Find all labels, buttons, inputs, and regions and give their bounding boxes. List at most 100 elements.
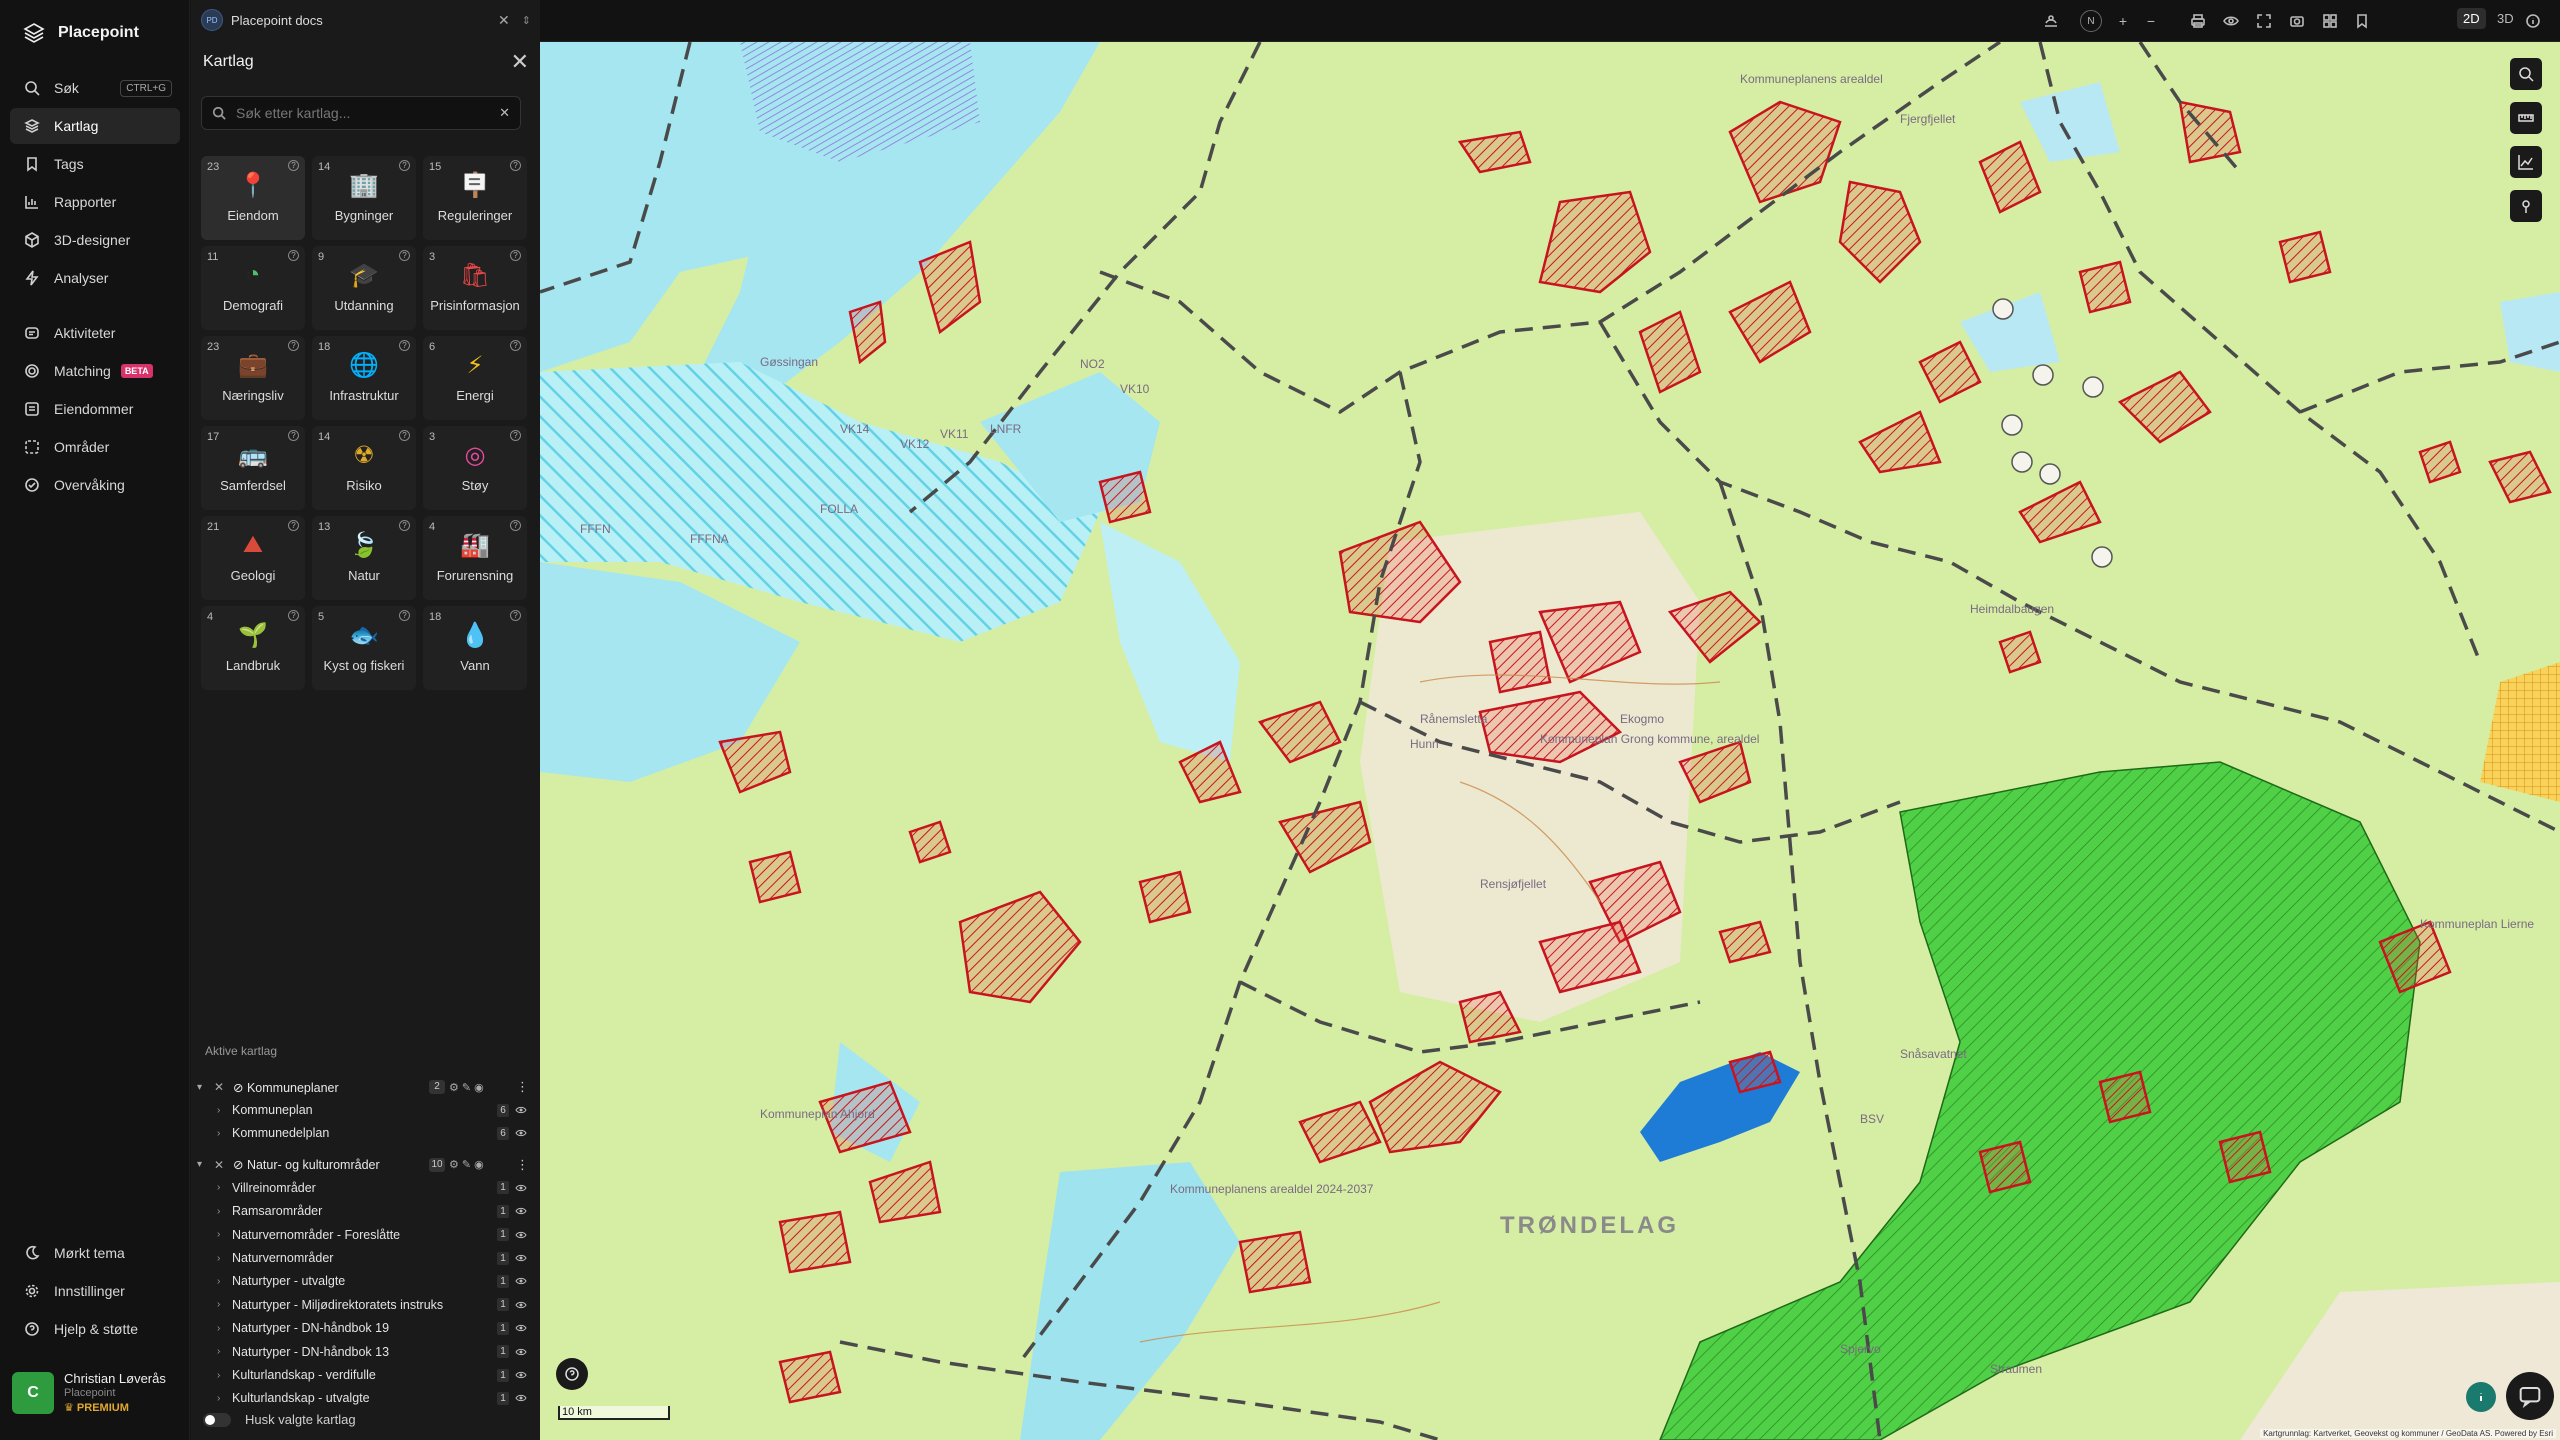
chevron-right-icon[interactable]: › — [217, 1276, 220, 1287]
eye-icon[interactable] — [515, 1205, 527, 1217]
info-icon[interactable] — [2522, 10, 2544, 32]
chat-icon[interactable] — [2506, 1372, 2554, 1420]
layer-search-input[interactable] — [236, 105, 500, 121]
nav-item-reports[interactable]: Rapporter — [10, 184, 180, 220]
layer-group[interactable]: ▾ ✕ ⊘ Kommuneplaner 2 ⚙✎◉ ⋮ — [191, 1076, 540, 1098]
info-icon[interactable]: ? — [288, 340, 299, 351]
category-tile[interactable]: 23? 📍 Eiendom — [201, 156, 305, 240]
category-tile[interactable]: 3? ◎ Støy — [423, 426, 527, 510]
more-icon[interactable]: ⋮ — [516, 1079, 529, 1095]
info-icon[interactable]: ? — [288, 520, 299, 531]
remove-icon[interactable]: ✕ — [214, 1158, 224, 1172]
chevron-right-icon[interactable]: › — [217, 1253, 220, 1264]
fullscreen-icon[interactable] — [2253, 10, 2275, 32]
zoom-in-icon[interactable]: + — [2112, 10, 2134, 32]
eye-icon[interactable] — [515, 1322, 527, 1334]
nav-item-tags[interactable]: Tags — [10, 146, 180, 182]
chevron-right-icon[interactable]: › — [217, 1182, 220, 1193]
category-tile[interactable]: 9? 🎓 Utdanning — [312, 246, 416, 330]
eye-icon[interactable] — [515, 1127, 527, 1139]
mode-2d-button[interactable]: 2D — [2457, 8, 2486, 29]
layer-row[interactable]: › Ramsarområder 1 — [191, 1200, 540, 1222]
layer-row[interactable]: › Kulturlandskap - verdifulle 1 — [191, 1364, 540, 1386]
nav-item-activities[interactable]: Aktiviteter — [10, 315, 180, 351]
info-icon[interactable]: ? — [288, 160, 299, 171]
help-map-icon[interactable] — [556, 1358, 588, 1390]
user-profile[interactable]: C Christian Løverås Placepoint ♛ PREMIUM — [12, 1364, 178, 1422]
map-canvas[interactable]: Kommuneplanens arealdel Kommuneplan Grong… — [540, 42, 2560, 1440]
info-icon[interactable]: ? — [399, 250, 410, 261]
category-tile[interactable]: 11? ◔ Demografi — [201, 246, 305, 330]
remove-icon[interactable]: ✕ — [214, 1080, 224, 1094]
close-panel-icon[interactable]: ✕ — [511, 51, 529, 73]
info-map-button[interactable] — [2466, 1382, 2496, 1412]
info-icon[interactable]: ? — [510, 250, 521, 261]
more-icon[interactable]: ⋮ — [516, 1157, 529, 1173]
layer-row[interactable]: › Naturtyper - utvalgte 1 — [191, 1270, 540, 1292]
chevron-down-icon[interactable]: ▾ — [197, 1159, 202, 1170]
chevron-right-icon[interactable]: › — [217, 1105, 220, 1116]
info-icon[interactable]: ? — [510, 520, 521, 531]
eye-icon[interactable] — [515, 1369, 527, 1381]
chevron-right-icon[interactable]: › — [217, 1299, 220, 1310]
print-icon[interactable] — [2187, 10, 2209, 32]
layer-row[interactable]: › Naturvernområder 1 — [191, 1247, 540, 1269]
layer-row[interactable]: › Villreinområder 1 — [191, 1177, 540, 1199]
nav-item-matching[interactable]: Matching BETA — [10, 353, 180, 389]
zoom-out-icon[interactable]: − — [2140, 10, 2162, 32]
info-icon[interactable]: ? — [510, 160, 521, 171]
eye-icon[interactable] — [515, 1346, 527, 1358]
layer-row[interactable]: › Kommuneplan 6 — [191, 1099, 540, 1121]
chevron-right-icon[interactable]: › — [217, 1229, 220, 1240]
category-tile[interactable]: 5? 🐟 Kyst og fiskeri — [312, 606, 416, 690]
layer-row[interactable]: › Naturvernområder - Foreslåtte 1 — [191, 1224, 540, 1246]
clear-search-icon[interactable]: ✕ — [499, 105, 510, 121]
category-tile[interactable]: 18? 💧 Vann — [423, 606, 527, 690]
nav-item-settings[interactable]: Innstillinger — [10, 1273, 180, 1309]
info-icon[interactable]: ? — [399, 610, 410, 621]
elevation-chart-icon[interactable] — [2510, 146, 2542, 178]
group-actions-icon[interactable]: ⚙✎◉ — [449, 1081, 487, 1094]
nav-item-monitoring[interactable]: Overvåking — [10, 467, 180, 503]
nav-item-dark-theme[interactable]: Mørkt tema — [10, 1235, 180, 1271]
category-tile[interactable]: 14? 🏢 Bygninger — [312, 156, 416, 240]
chevron-updown-icon[interactable]: ⇕ — [522, 14, 531, 27]
info-icon[interactable]: ? — [510, 430, 521, 441]
nav-item-search[interactable]: Søk CTRL+G — [10, 70, 180, 106]
layer-group[interactable]: ▾ ✕ ⊘ Natur- og kulturområder 10 ⚙✎◉ ⋮ — [191, 1154, 540, 1176]
info-icon[interactable]: ? — [399, 340, 410, 351]
eye-icon[interactable] — [515, 1229, 527, 1241]
info-icon[interactable]: ? — [399, 160, 410, 171]
category-tile[interactable]: 14? ☢ Risiko — [312, 426, 416, 510]
app-brand[interactable]: Placepoint — [22, 20, 139, 46]
info-icon[interactable]: ? — [510, 340, 521, 351]
nav-item-3d-designer[interactable]: 3D-designer — [10, 222, 180, 258]
category-tile[interactable]: 13? 🍃 Natur — [312, 516, 416, 600]
north-arrow-icon[interactable]: N — [2080, 10, 2102, 32]
workspace-tab[interactable]: PD Placepoint docs ✕ ⇕ — [201, 6, 531, 34]
mode-3d-button[interactable]: 3D — [2491, 8, 2520, 29]
bookmark-icon[interactable] — [2351, 10, 2373, 32]
category-tile[interactable]: 17? 🚌 Samferdsel — [201, 426, 305, 510]
nav-item-properties[interactable]: Eiendommer — [10, 391, 180, 427]
pin-tool-icon[interactable] — [2510, 190, 2542, 222]
category-tile[interactable]: 4? 🏭 Forurensning — [423, 516, 527, 600]
chevron-right-icon[interactable]: › — [217, 1206, 220, 1217]
remember-layers-toggle[interactable]: Husk valgte kartlag — [203, 1412, 356, 1427]
ruler-icon[interactable] — [2510, 102, 2542, 134]
category-tile[interactable]: 4? 🌱 Landbruk — [201, 606, 305, 690]
chevron-right-icon[interactable]: › — [217, 1370, 220, 1381]
chevron-down-icon[interactable]: ▾ — [197, 1082, 202, 1093]
layer-row[interactable]: › Naturtyper - DN-håndbok 13 1 — [191, 1341, 540, 1363]
toggle-switch[interactable] — [203, 1412, 231, 1427]
eye-icon[interactable] — [515, 1252, 527, 1264]
camera-icon[interactable] — [2286, 10, 2308, 32]
chevron-right-icon[interactable]: › — [217, 1393, 220, 1404]
category-tile[interactable]: 18? 🌐 Infrastruktur — [312, 336, 416, 420]
eye-icon[interactable] — [515, 1275, 527, 1287]
nav-item-analyses[interactable]: Analyser — [10, 260, 180, 296]
layer-row[interactable]: › Naturtyper - DN-håndbok 19 1 — [191, 1317, 540, 1339]
close-tab-icon[interactable]: ✕ — [498, 12, 510, 29]
info-icon[interactable]: ? — [288, 430, 299, 441]
nav-item-kartlag[interactable]: Kartlag — [10, 108, 180, 144]
